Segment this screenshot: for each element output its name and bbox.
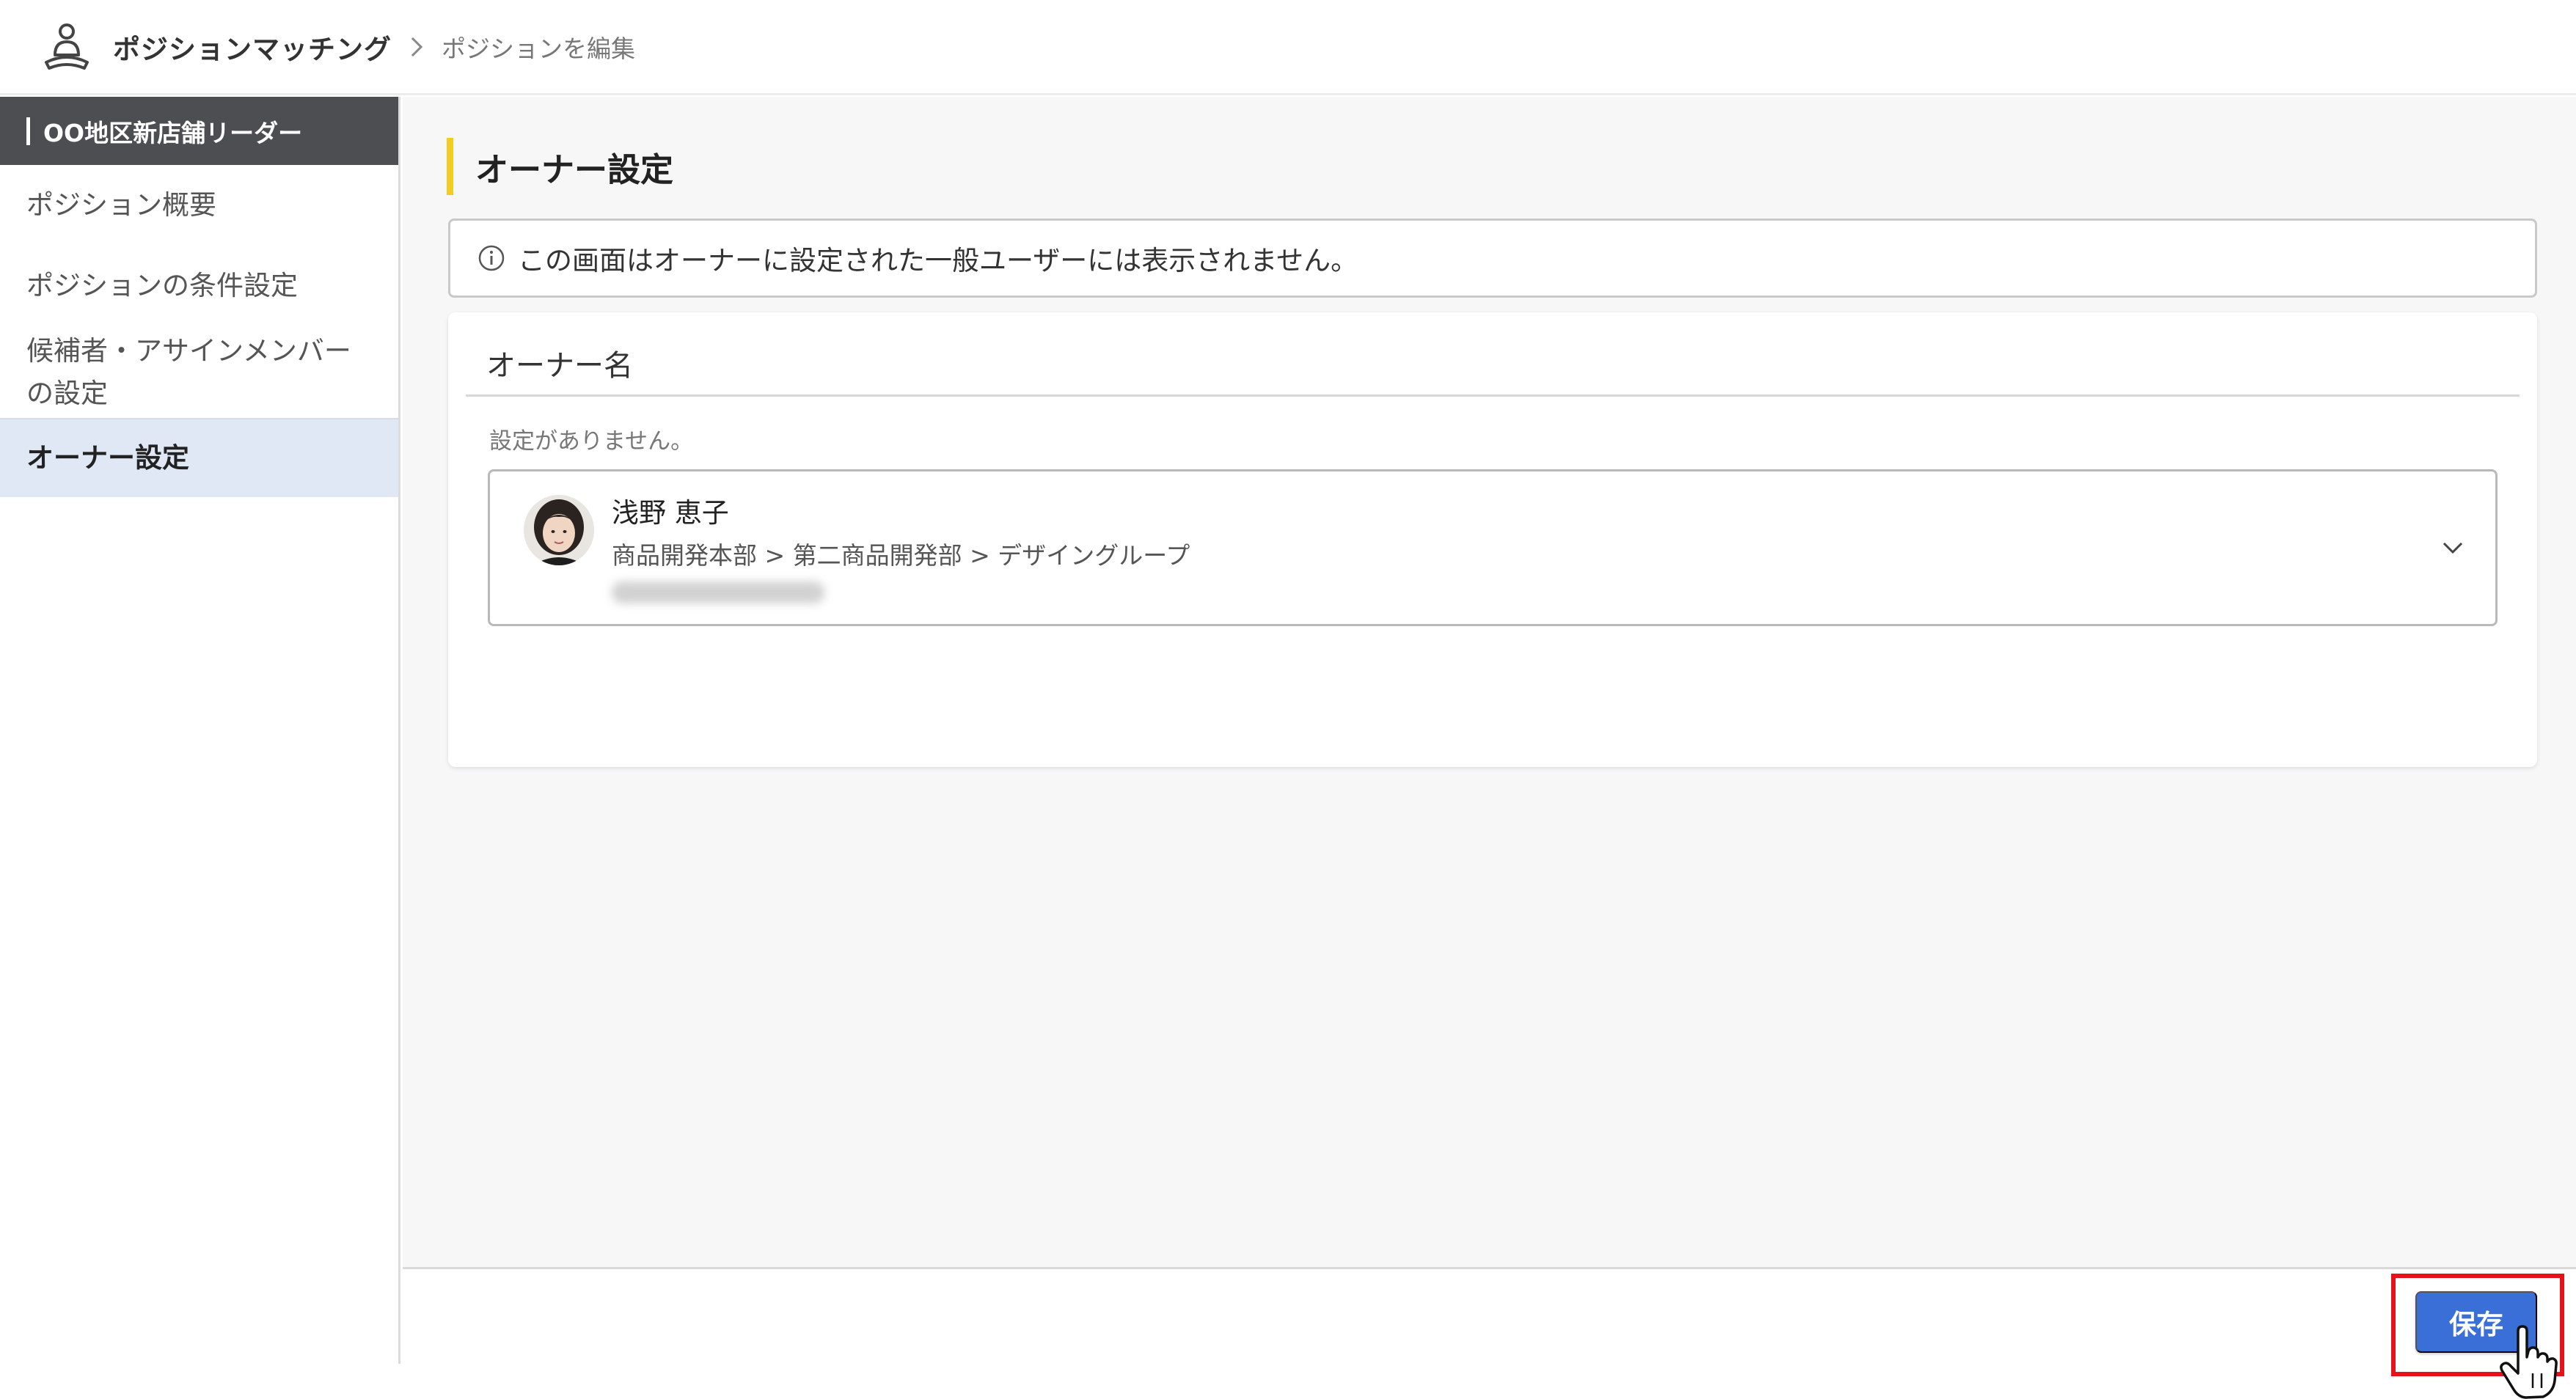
sidebar-item-label: オーナー設定 xyxy=(26,442,189,474)
sidebar-item-owner[interactable]: オーナー設定 xyxy=(0,418,398,497)
page-title: オーナー設定 xyxy=(447,138,673,195)
app-header: ポジションマッチング ポジションを編集 xyxy=(0,0,2576,95)
owner-name: 浅野 恵子 xyxy=(612,497,729,529)
owner-card: オーナー名 設定がありません。 浅野 恵子 商品開発本部 > 第二商品開発部 >… xyxy=(448,312,2537,767)
empty-state-text: 設定がありません。 xyxy=(489,428,694,455)
sidebar-item-label: ポジション概要 xyxy=(26,189,216,221)
sidebar-item-label-line2: の設定 xyxy=(26,377,108,409)
app-title[interactable]: ポジションマッチング xyxy=(113,27,392,67)
sidebar-item-label: ポジションの条件設定 xyxy=(26,270,298,301)
info-icon xyxy=(477,243,506,273)
person-icon xyxy=(41,21,92,73)
main-content: オーナー設定 この画面はオーナーに設定された一般ユーザーには表示されません。 オ… xyxy=(403,97,2576,1268)
owner-card-title: オーナー名 xyxy=(486,349,633,383)
notice-banner: この画面はオーナーに設定された一般ユーザーには表示されません。 xyxy=(448,219,2537,298)
sidebar-item-overview[interactable]: ポジション概要 xyxy=(0,165,398,246)
chevron-down-icon[interactable] xyxy=(2438,533,2467,562)
owner-select[interactable]: 浅野 恵子 商品開発本部 > 第二商品開発部 > デザイングループ xyxy=(488,469,2498,626)
position-name-label: OO地区新店舗リーダー xyxy=(43,118,303,147)
footer-bar: 保存 xyxy=(403,1267,2576,1399)
sidebar: OO地区新店舗リーダー ポジション概要 ポジションの条件設定 候補者・アサインメ… xyxy=(0,97,400,1364)
page: ポジションマッチング ポジションを編集 OO地区新店舗リーダー ポジション概要 … xyxy=(0,0,2576,1399)
sidebar-item-label-line1: 候補者・アサインメンバー xyxy=(26,334,351,367)
notice-text: この画面はオーナーに設定された一般ユーザーには表示されません。 xyxy=(518,245,1358,276)
title-bar-decoration xyxy=(26,117,30,145)
owner-email-redacted xyxy=(612,581,824,603)
owner-department: 商品開発本部 > 第二商品開発部 > デザイングループ xyxy=(612,541,1190,570)
sidebar-item-label: 候補者・アサインメンバー の設定 xyxy=(26,330,351,415)
hand-pointer-icon xyxy=(2496,1325,2559,1399)
avatar xyxy=(524,495,594,565)
breadcrumb-current: ポジションを編集 xyxy=(442,34,635,63)
chevron-right-icon xyxy=(409,35,424,59)
sidebar-item-conditions[interactable]: ポジションの条件設定 xyxy=(0,246,398,326)
sidebar-position-name: OO地区新店舗リーダー xyxy=(0,97,398,165)
sidebar-item-candidates[interactable]: 候補者・アサインメンバー の設定 xyxy=(0,326,398,418)
divider xyxy=(466,394,2520,397)
